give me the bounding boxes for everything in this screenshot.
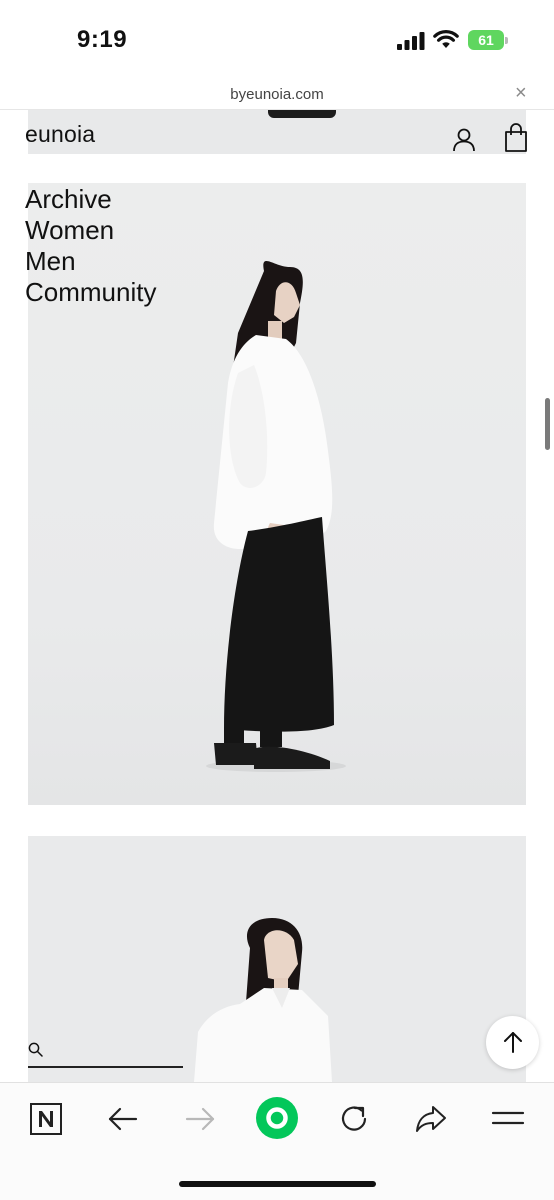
wifi-icon [433,30,459,48]
site-logo[interactable]: eunoia [25,121,95,148]
nav-item-archive[interactable]: Archive [25,184,156,215]
nav-item-men[interactable]: Men [25,246,156,277]
signal-icon [397,32,425,50]
home-indicator[interactable] [179,1181,376,1187]
main-navigation: Archive Women Men Community [25,184,156,308]
naver-icon[interactable] [26,1099,66,1139]
account-icon[interactable] [451,126,477,152]
search-underline [28,1066,183,1068]
menu-icon[interactable] [488,1099,528,1139]
shopping-bag-icon[interactable] [503,123,529,153]
search-icon[interactable] [28,1042,43,1057]
shoe-image-fragment [268,110,336,118]
refresh-icon[interactable] [334,1099,374,1139]
green-dot-icon[interactable] [255,1096,299,1140]
back-arrow-icon[interactable] [103,1099,143,1139]
nav-item-community[interactable]: Community [25,277,156,308]
nav-item-women[interactable]: Women [25,215,156,246]
share-icon[interactable] [411,1099,451,1139]
forward-arrow-icon[interactable] [180,1099,220,1139]
status-bar: 9:19 61 [0,0,554,80]
battery-icon: 61 [468,30,508,50]
search-field[interactable] [28,1040,184,1070]
battery-tip [505,37,508,44]
close-icon[interactable]: × [515,83,527,103]
scroll-indicator[interactable] [545,398,550,450]
status-time: 9:19 [77,26,128,53]
arrow-up-icon [504,1032,522,1053]
url-text[interactable]: byeunoia.com [0,86,554,103]
site-header: eunoia [0,110,554,156]
back-to-top-button[interactable] [486,1016,539,1069]
battery-percent: 61 [478,32,494,48]
address-bar[interactable]: byeunoia.com × [0,80,554,110]
